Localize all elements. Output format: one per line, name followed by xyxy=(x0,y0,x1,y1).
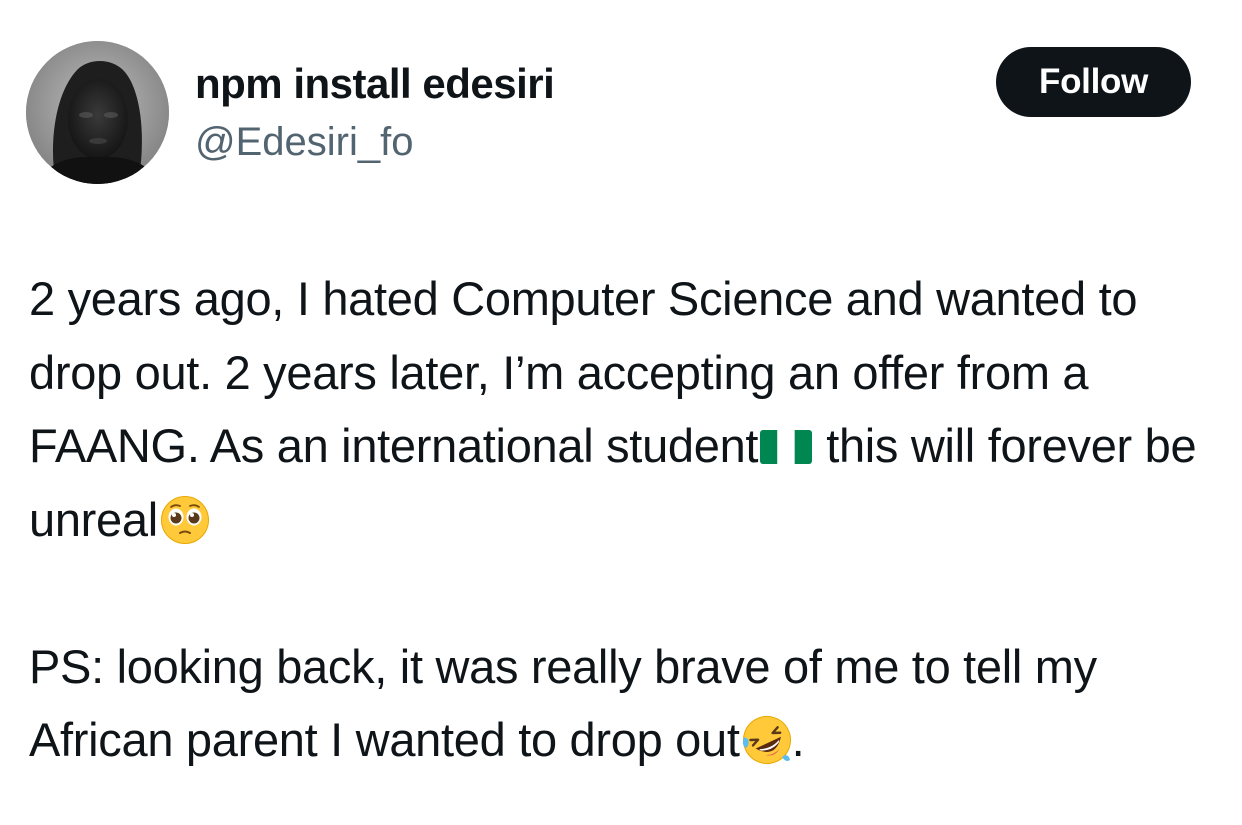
tweet-text: 2 years ago, I hated Computer Science an… xyxy=(29,262,1219,777)
avatar-photo xyxy=(26,41,169,184)
avatar[interactable] xyxy=(26,41,169,184)
nigeria-flag-icon xyxy=(760,430,813,464)
tweet-text-segment: PS: looking back, it was really brave of… xyxy=(29,639,1097,767)
display-name[interactable]: npm install edesiri xyxy=(195,58,555,110)
follow-button[interactable]: Follow xyxy=(996,47,1191,117)
tweet-card: npm install edesiri @Edesiri_fo Follow 2… xyxy=(0,0,1242,825)
rolling-on-floor-laughing-icon xyxy=(742,715,792,765)
tweet-paragraph-1: 2 years ago, I hated Computer Science an… xyxy=(29,262,1219,556)
tweet-text-segment: . xyxy=(791,713,805,766)
pleading-face-icon xyxy=(160,495,210,545)
tweet-paragraph-2: PS: looking back, it was really brave of… xyxy=(29,630,1219,777)
user-handle[interactable]: @Edesiri_fo xyxy=(195,117,413,167)
